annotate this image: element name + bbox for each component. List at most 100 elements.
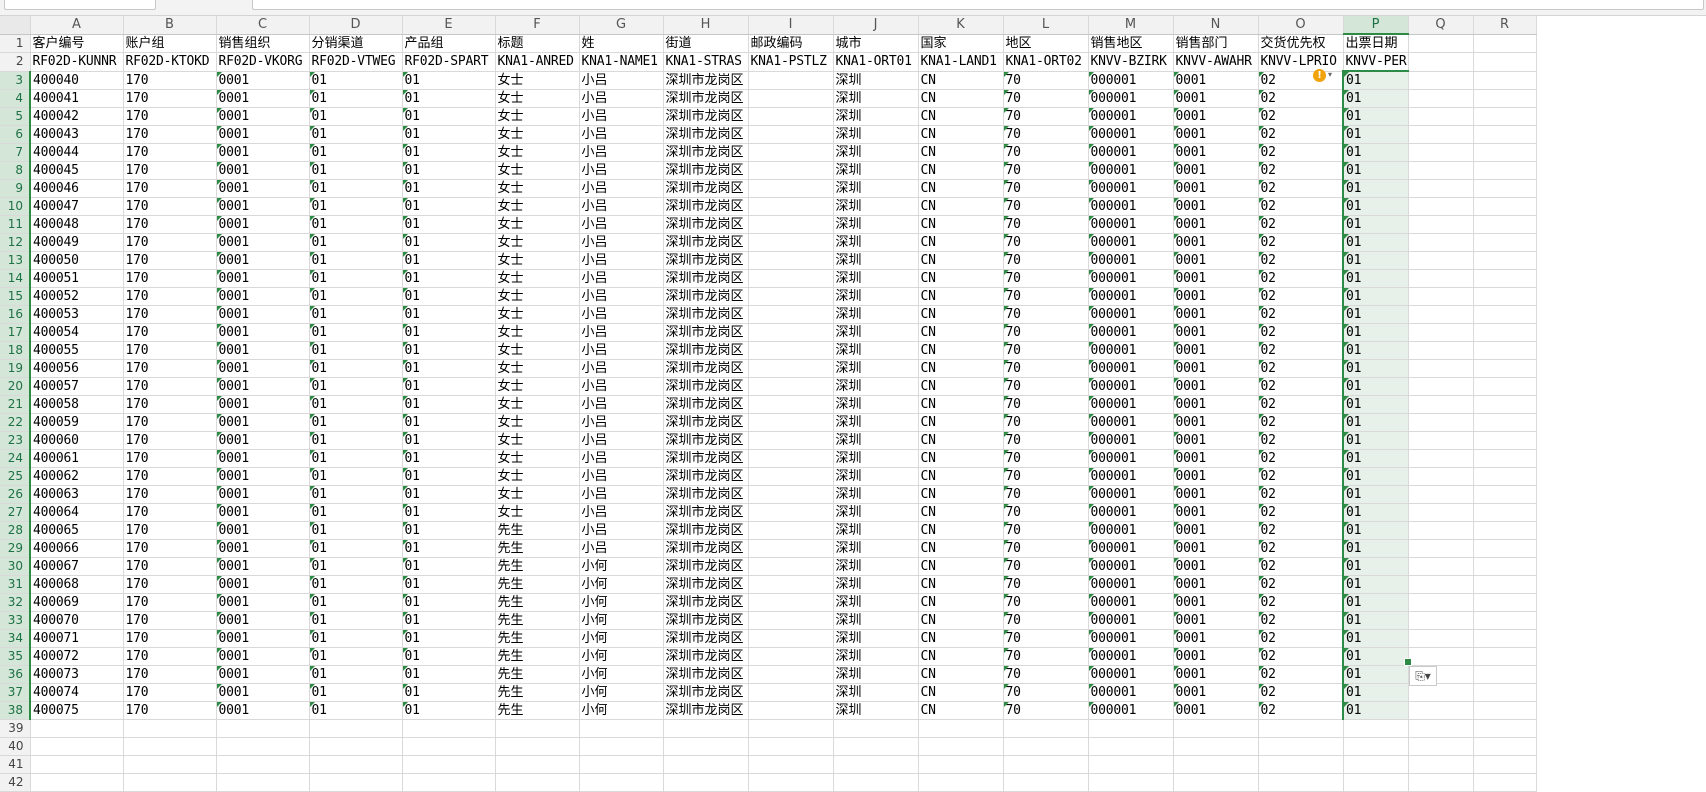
cell-e23[interactable]: 01 <box>402 431 496 450</box>
cell-f42[interactable] <box>495 773 580 792</box>
cell-n1[interactable]: 销售部门 <box>1173 34 1259 53</box>
cell-o17[interactable]: 02 <box>1258 323 1344 342</box>
cell-a42[interactable] <box>30 773 124 792</box>
cell-a35[interactable]: 400072 <box>30 647 124 666</box>
cell-d37[interactable]: 01 <box>309 683 403 702</box>
row-header-36[interactable]: 36 <box>0 665 31 684</box>
cell-a9[interactable]: 400046 <box>30 179 124 198</box>
column-header-i[interactable]: I <box>748 16 834 35</box>
row-header-42[interactable]: 42 <box>0 773 31 792</box>
cell-o21[interactable]: 02 <box>1258 395 1344 414</box>
cell-g41[interactable] <box>579 755 664 774</box>
cell-q10[interactable] <box>1408 197 1474 216</box>
column-header-g[interactable]: G <box>579 16 664 35</box>
row-header-2[interactable]: 2 <box>0 52 31 72</box>
cell-a18[interactable]: 400055 <box>30 341 124 360</box>
cell-f13[interactable]: 女士 <box>495 251 580 270</box>
cell-f31[interactable]: 先生 <box>495 575 580 594</box>
cell-q30[interactable] <box>1408 557 1474 576</box>
cell-o8[interactable]: 02 <box>1258 161 1344 180</box>
cell-h3[interactable]: 深圳市龙岗区 <box>663 71 749 90</box>
cell-f18[interactable]: 女士 <box>495 341 580 360</box>
cell-r33[interactable] <box>1473 611 1537 630</box>
cell-a28[interactable]: 400065 <box>30 521 124 540</box>
cell-i24[interactable] <box>748 449 834 468</box>
cell-q11[interactable] <box>1408 215 1474 234</box>
cell-c32[interactable]: 0001 <box>216 593 310 612</box>
cell-a25[interactable]: 400062 <box>30 467 124 486</box>
cell-n9[interactable]: 0001 <box>1173 179 1259 198</box>
cell-k12[interactable]: CN <box>918 233 1004 252</box>
cell-d22[interactable]: 01 <box>309 413 403 432</box>
cell-n8[interactable]: 0001 <box>1173 161 1259 180</box>
cell-g7[interactable]: 小吕 <box>579 143 664 162</box>
cell-m27[interactable]: 000001 <box>1088 503 1174 522</box>
row-header-1[interactable]: 1 <box>0 34 31 53</box>
cell-r14[interactable] <box>1473 269 1537 288</box>
row-header-30[interactable]: 30 <box>0 557 31 576</box>
cell-a41[interactable] <box>30 755 124 774</box>
cell-n25[interactable]: 0001 <box>1173 467 1259 486</box>
cell-q32[interactable] <box>1408 593 1474 612</box>
cell-d15[interactable]: 01 <box>309 287 403 306</box>
cell-l14[interactable]: 70 <box>1003 269 1089 288</box>
cell-k13[interactable]: CN <box>918 251 1004 270</box>
cell-o25[interactable]: 02 <box>1258 467 1344 486</box>
cell-c31[interactable]: 0001 <box>216 575 310 594</box>
row-header-38[interactable]: 38 <box>0 701 31 720</box>
cell-m1[interactable]: 销售地区 <box>1088 34 1174 53</box>
cell-n41[interactable] <box>1173 755 1259 774</box>
cell-l40[interactable] <box>1003 737 1089 756</box>
cell-h16[interactable]: 深圳市龙岗区 <box>663 305 749 324</box>
cell-n35[interactable]: 0001 <box>1173 647 1259 666</box>
cell-k31[interactable]: CN <box>918 575 1004 594</box>
row-header-3[interactable]: 3 <box>0 71 31 90</box>
cell-n20[interactable]: 0001 <box>1173 377 1259 396</box>
cell-g22[interactable]: 小吕 <box>579 413 664 432</box>
cell-j6[interactable]: 深圳 <box>833 125 919 144</box>
cell-d33[interactable]: 01 <box>309 611 403 630</box>
cell-r1[interactable] <box>1473 34 1537 53</box>
row-header-22[interactable]: 22 <box>0 413 31 432</box>
cell-q41[interactable] <box>1408 755 1474 774</box>
cell-i25[interactable] <box>748 467 834 486</box>
cell-k19[interactable]: CN <box>918 359 1004 378</box>
column-header-d[interactable]: D <box>309 16 403 35</box>
cell-g6[interactable]: 小吕 <box>579 125 664 144</box>
cell-o35[interactable]: 02 <box>1258 647 1344 666</box>
cell-k22[interactable]: CN <box>918 413 1004 432</box>
cell-b36[interactable]: 170 <box>123 665 217 684</box>
cell-f16[interactable]: 女士 <box>495 305 580 324</box>
cell-k35[interactable]: CN <box>918 647 1004 666</box>
cell-e22[interactable]: 01 <box>402 413 496 432</box>
column-header-h[interactable]: H <box>663 16 749 35</box>
cell-b39[interactable] <box>123 719 217 738</box>
cell-l23[interactable]: 70 <box>1003 431 1089 450</box>
cell-f8[interactable]: 女士 <box>495 161 580 180</box>
cell-h28[interactable]: 深圳市龙岗区 <box>663 521 749 540</box>
cell-l9[interactable]: 70 <box>1003 179 1089 198</box>
cell-e28[interactable]: 01 <box>402 521 496 540</box>
cell-o37[interactable]: 02 <box>1258 683 1344 702</box>
cell-h32[interactable]: 深圳市龙岗区 <box>663 593 749 612</box>
cell-a32[interactable]: 400069 <box>30 593 124 612</box>
cell-i12[interactable] <box>748 233 834 252</box>
cell-j13[interactable]: 深圳 <box>833 251 919 270</box>
cell-b11[interactable]: 170 <box>123 215 217 234</box>
cell-h6[interactable]: 深圳市龙岗区 <box>663 125 749 144</box>
cell-c38[interactable]: 0001 <box>216 701 310 720</box>
cell-k29[interactable]: CN <box>918 539 1004 558</box>
cell-e6[interactable]: 01 <box>402 125 496 144</box>
cell-k9[interactable]: CN <box>918 179 1004 198</box>
cell-m18[interactable]: 000001 <box>1088 341 1174 360</box>
row-header-7[interactable]: 7 <box>0 143 31 162</box>
cell-m2[interactable]: KNVV-BZIRK <box>1088 52 1174 72</box>
cell-n28[interactable]: 0001 <box>1173 521 1259 540</box>
cell-r24[interactable] <box>1473 449 1537 468</box>
cell-d32[interactable]: 01 <box>309 593 403 612</box>
row-header-31[interactable]: 31 <box>0 575 31 594</box>
cell-f26[interactable]: 女士 <box>495 485 580 504</box>
cell-a27[interactable]: 400064 <box>30 503 124 522</box>
cell-d20[interactable]: 01 <box>309 377 403 396</box>
cell-q23[interactable] <box>1408 431 1474 450</box>
